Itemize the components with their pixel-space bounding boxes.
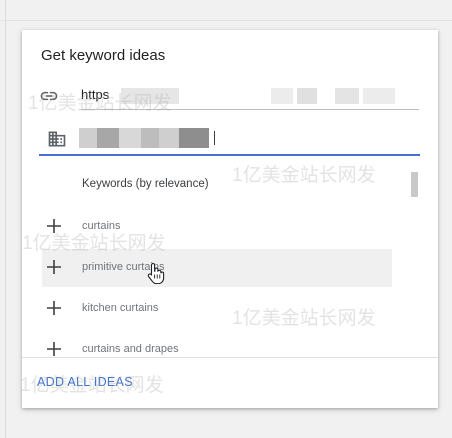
url-field-value: https — [81, 87, 110, 102]
hand-cursor-icon — [147, 262, 165, 284]
redacted-site — [119, 128, 141, 148]
redacted-site — [179, 128, 209, 148]
add-all-ideas-button[interactable]: ADD ALL IDEAS — [37, 375, 133, 389]
site-field-underline — [39, 154, 420, 156]
url-field-underline — [81, 109, 419, 110]
url-field[interactable]: https — [39, 84, 419, 110]
building-icon — [48, 131, 66, 147]
redacted-url — [297, 88, 317, 104]
scrollbar-thumb[interactable] — [411, 172, 418, 197]
text-cursor — [214, 131, 215, 145]
keyword-idea-label: kitchen curtains — [82, 302, 159, 314]
redacted-url — [363, 88, 395, 104]
link-icon — [40, 91, 58, 101]
plus-icon[interactable] — [47, 219, 61, 233]
keyword-idea-label: curtains and drapes — [82, 343, 179, 355]
keyword-idea-item[interactable]: curtains — [42, 208, 392, 246]
redacted-site — [159, 128, 179, 148]
redacted-url — [335, 88, 359, 104]
site-filter-field[interactable] — [39, 125, 422, 156]
background-divider — [0, 20, 452, 21]
keyword-idea-item[interactable]: primitive curtains — [42, 249, 392, 287]
redacted-url — [271, 88, 293, 104]
list-header: Keywords (by relevance) — [82, 178, 209, 190]
keyword-idea-item[interactable]: kitchen curtains — [42, 290, 392, 328]
redacted-url — [121, 88, 179, 104]
plus-icon[interactable] — [47, 342, 61, 356]
plus-icon[interactable] — [47, 301, 61, 315]
redacted-site — [141, 128, 159, 148]
footer-divider — [22, 357, 438, 358]
keyword-idea-list: curtains primitive curtains kitchen curt… — [22, 208, 438, 358]
redacted-site — [79, 128, 97, 148]
panel-title: Get keyword ideas — [41, 47, 166, 64]
redacted-site — [97, 128, 119, 148]
keyword-idea-label: curtains — [82, 220, 121, 232]
keyword-idea-item[interactable]: curtains and drapes — [42, 331, 392, 358]
keyword-ideas-panel: Get keyword ideas https Keywords (by rel… — [22, 30, 438, 408]
plus-icon[interactable] — [47, 260, 61, 274]
background-edge — [5, 0, 6, 438]
